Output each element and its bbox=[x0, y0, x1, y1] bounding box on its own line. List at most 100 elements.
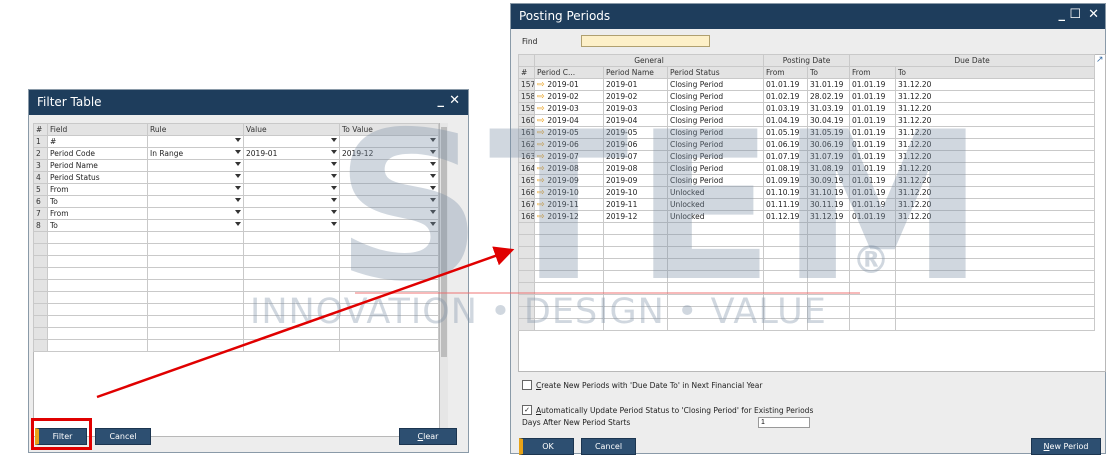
filter-to-dropdown[interactable] bbox=[339, 183, 439, 196]
filter-value-dropdown[interactable] bbox=[243, 195, 340, 208]
filter-value-dropdown[interactable] bbox=[243, 135, 340, 148]
posting-header-5[interactable]: To bbox=[807, 66, 851, 79]
new-period-button[interactable]: New Period bbox=[1031, 438, 1101, 455]
period-code-cell[interactable]: ⇨ 2019-03 bbox=[534, 102, 604, 115]
posting-header-7[interactable]: To bbox=[895, 66, 1096, 79]
link-arrow-icon[interactable]: ⇨ bbox=[537, 200, 547, 210]
filter-row[interactable]: 6 To bbox=[33, 195, 439, 208]
filter-rule-dropdown[interactable] bbox=[147, 195, 244, 208]
filter-row[interactable]: 5 From bbox=[33, 183, 439, 196]
filter-value-dropdown[interactable] bbox=[243, 159, 340, 172]
posting-row[interactable]: 168 ⇨ 2019-12 2019-12 Unlocked 01.12.19 31.12… bbox=[518, 210, 1096, 223]
close-icon[interactable]: ✕ bbox=[449, 93, 460, 108]
filter-value-dropdown[interactable]: 2019-01 bbox=[243, 147, 340, 160]
period-code-cell[interactable]: ⇨ 2019-10 bbox=[534, 186, 604, 199]
filter-to-dropdown[interactable] bbox=[339, 195, 439, 208]
link-arrow-icon[interactable]: ⇨ bbox=[537, 128, 547, 138]
period-code-cell[interactable]: ⇨ 2019-02 bbox=[534, 90, 604, 103]
posting-header-0[interactable]: # bbox=[518, 66, 535, 79]
filter-rule-dropdown[interactable] bbox=[147, 171, 244, 184]
filter-field-cell[interactable]: Period Name bbox=[47, 159, 148, 172]
period-code-cell[interactable]: ⇨ 2019-11 bbox=[534, 198, 604, 211]
filter-to-dropdown[interactable] bbox=[339, 159, 439, 172]
filter-field-cell[interactable]: # bbox=[47, 135, 148, 148]
posting-header-6[interactable]: From bbox=[849, 66, 897, 79]
posting-header-1[interactable]: Period C... bbox=[534, 66, 604, 79]
close-icon[interactable]: ✕ bbox=[1088, 7, 1099, 22]
posting-row[interactable]: 166 ⇨ 2019-10 2019-10 Unlocked 01.10.19 31.10… bbox=[518, 186, 1096, 199]
link-arrow-icon[interactable]: ⇨ bbox=[537, 80, 547, 90]
filter-value-dropdown[interactable] bbox=[243, 207, 340, 220]
filter-rule-dropdown[interactable] bbox=[147, 159, 244, 172]
period-code-cell[interactable]: ⇨ 2019-08 bbox=[534, 162, 604, 175]
link-arrow-icon[interactable]: ⇨ bbox=[537, 212, 547, 222]
posting-row[interactable]: 164 ⇨ 2019-08 2019-08 Closing Period 01.08.1… bbox=[518, 162, 1096, 175]
filter-field-cell[interactable]: To bbox=[47, 195, 148, 208]
posting-row[interactable]: 165 ⇨ 2019-09 2019-09 Closing Period 01.09.1… bbox=[518, 174, 1096, 187]
period-code-cell[interactable]: ⇨ 2019-01 bbox=[534, 78, 604, 91]
auto-update-checkbox[interactable]: ✓ bbox=[522, 405, 532, 415]
posting-header-4[interactable]: From bbox=[763, 66, 809, 79]
posting-row[interactable]: 161 ⇨ 2019-05 2019-05 Closing Period 01.05.1… bbox=[518, 126, 1096, 139]
filter-value-dropdown[interactable] bbox=[243, 219, 340, 232]
filter-rule-dropdown[interactable] bbox=[147, 135, 244, 148]
link-arrow-icon[interactable]: ⇨ bbox=[537, 140, 547, 150]
days-after-input[interactable] bbox=[758, 417, 810, 428]
filter-rule-dropdown[interactable] bbox=[147, 207, 244, 220]
period-code-cell[interactable]: ⇨ 2019-09 bbox=[534, 174, 604, 187]
period-code-cell[interactable]: ⇨ 2019-06 bbox=[534, 138, 604, 151]
posting-header-2[interactable]: Period Name bbox=[603, 66, 668, 79]
link-arrow-icon[interactable]: ⇨ bbox=[537, 104, 547, 114]
create-periods-checkbox[interactable] bbox=[522, 380, 532, 390]
filter-value-dropdown[interactable] bbox=[243, 171, 340, 184]
period-code-cell[interactable]: ⇨ 2019-05 bbox=[534, 126, 604, 139]
filter-rule-dropdown[interactable] bbox=[147, 219, 244, 232]
filter-scrollbar-thumb[interactable] bbox=[441, 127, 447, 357]
filter-field-cell[interactable]: Period Status bbox=[47, 171, 148, 184]
posting-header-3[interactable]: Period Status bbox=[666, 66, 765, 79]
period-code-cell[interactable]: ⇨ 2019-04 bbox=[534, 114, 604, 127]
filter-field-cell[interactable]: From bbox=[47, 183, 148, 196]
link-arrow-icon[interactable]: ⇨ bbox=[537, 176, 547, 186]
filter-row[interactable]: 2 Period Code In Range 2019-01 2019-12 bbox=[33, 147, 439, 160]
posting-row[interactable]: 167 ⇨ 2019-11 2019-11 Unlocked 01.11.19 30.11… bbox=[518, 198, 1096, 211]
filter-value-dropdown[interactable] bbox=[243, 183, 340, 196]
filter-field-cell[interactable]: From bbox=[47, 207, 148, 220]
link-arrow-icon[interactable]: ⇨ bbox=[537, 92, 547, 102]
ok-button[interactable]: OK bbox=[519, 438, 574, 455]
posting-row[interactable]: 160 ⇨ 2019-04 2019-04 Closing Period 01.04.1… bbox=[518, 114, 1096, 127]
period-code-cell[interactable]: ⇨ 2019-12 bbox=[534, 210, 604, 223]
minimize-icon[interactable]: _ bbox=[1059, 7, 1066, 22]
filter-row[interactable]: 4 Period Status bbox=[33, 171, 439, 184]
minimize-icon[interactable]: _ bbox=[438, 93, 445, 108]
expand-icon[interactable]: ↗ bbox=[1096, 55, 1104, 65]
clear-button[interactable]: Clear bbox=[399, 428, 457, 445]
filter-to-dropdown[interactable] bbox=[339, 171, 439, 184]
find-input[interactable] bbox=[581, 35, 710, 47]
filter-rule-dropdown[interactable] bbox=[147, 183, 244, 196]
filter-to-dropdown[interactable]: 2019-12 bbox=[339, 147, 439, 160]
link-arrow-icon[interactable]: ⇨ bbox=[537, 152, 547, 162]
filter-field-cell[interactable]: To bbox=[47, 219, 148, 232]
posting-row[interactable]: 162 ⇨ 2019-06 2019-06 Closing Period 01.06.1… bbox=[518, 138, 1096, 151]
filter-to-dropdown[interactable] bbox=[339, 207, 439, 220]
filter-row[interactable]: 7 From bbox=[33, 207, 439, 220]
link-arrow-icon[interactable]: ⇨ bbox=[537, 188, 547, 198]
filter-rule-dropdown[interactable]: In Range bbox=[147, 147, 244, 160]
cancel-button[interactable]: Cancel bbox=[95, 428, 151, 445]
link-arrow-icon[interactable]: ⇨ bbox=[537, 116, 547, 126]
maximize-icon[interactable]: ☐ bbox=[1069, 7, 1081, 22]
filter-to-dropdown[interactable] bbox=[339, 219, 439, 232]
filter-row[interactable]: 8 To bbox=[33, 219, 439, 232]
filter-row[interactable]: 3 Period Name bbox=[33, 159, 439, 172]
filter-to-dropdown[interactable] bbox=[339, 135, 439, 148]
posting-row[interactable]: 158 ⇨ 2019-02 2019-02 Closing Period 01.02.1… bbox=[518, 90, 1096, 103]
posting-row[interactable]: 159 ⇨ 2019-03 2019-03 Closing Period 01.03.1… bbox=[518, 102, 1096, 115]
posting-row[interactable]: 157 ⇨ 2019-01 2019-01 Closing Period 01.01.1… bbox=[518, 78, 1096, 91]
filter-scrollbar[interactable] bbox=[440, 123, 448, 435]
filter-row[interactable]: 1 # bbox=[33, 135, 439, 148]
filter-field-cell[interactable]: Period Code bbox=[47, 147, 148, 160]
link-arrow-icon[interactable]: ⇨ bbox=[537, 164, 547, 174]
posting-row[interactable]: 163 ⇨ 2019-07 2019-07 Closing Period 01.07.1… bbox=[518, 150, 1096, 163]
period-code-cell[interactable]: ⇨ 2019-07 bbox=[534, 150, 604, 163]
